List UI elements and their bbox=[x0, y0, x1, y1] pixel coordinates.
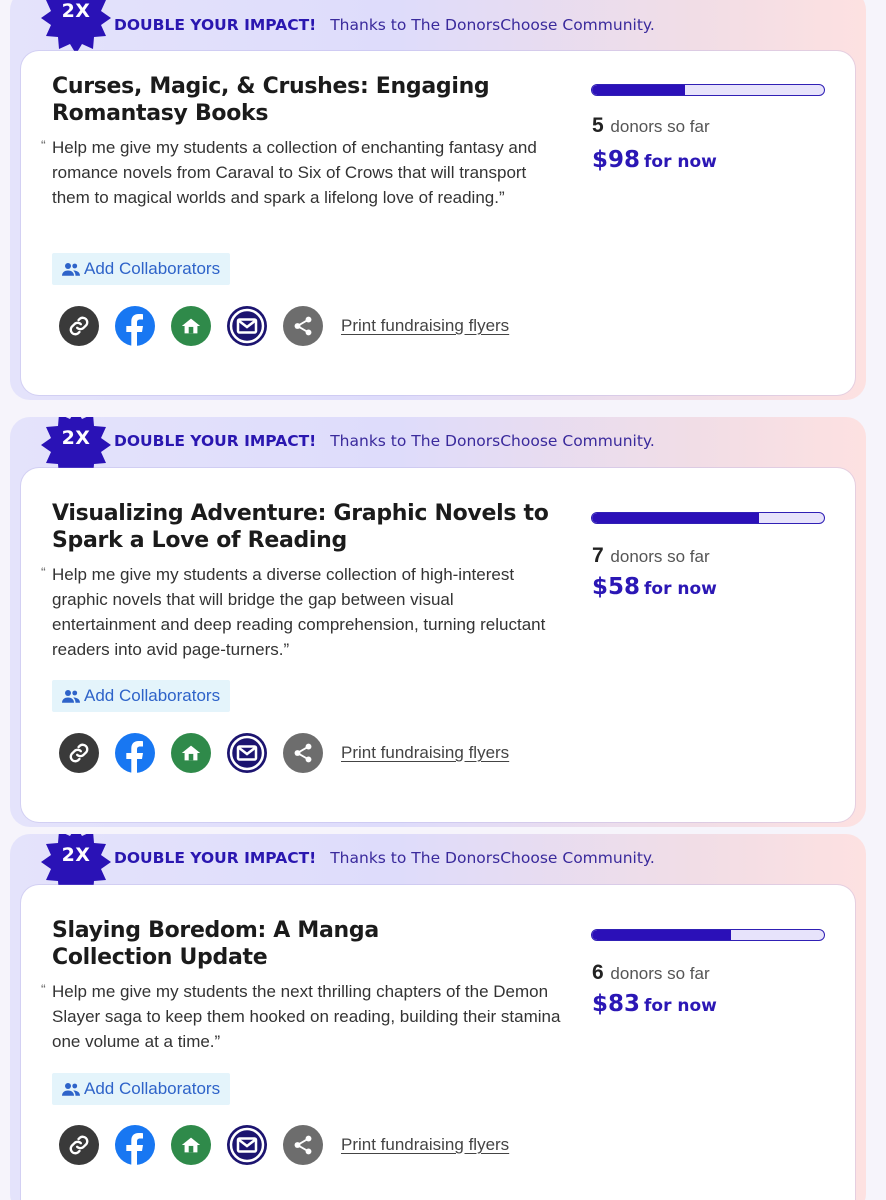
project-title[interactable]: Curses, Magic, & Crushes: Engaging Roman… bbox=[52, 73, 552, 127]
funding-progress-bar bbox=[591, 84, 825, 96]
project-card: Slaying Boredom: A Manga Collection Upda… bbox=[21, 885, 855, 1200]
project-card: Curses, Magic, & Crushes: Engaging Roman… bbox=[21, 51, 855, 395]
impact-banner: DOUBLE YOUR IMPACT! Thanks to The DonorsC… bbox=[114, 15, 655, 34]
donors-label: donors so far bbox=[610, 547, 710, 566]
amount-suffix: for now bbox=[644, 152, 717, 172]
funding-progress-bar bbox=[591, 929, 825, 941]
donor-number: 5 bbox=[592, 114, 604, 137]
amount-suffix: for now bbox=[644, 579, 717, 599]
link-icon[interactable] bbox=[59, 733, 99, 773]
add-collaborators-label: Add Collaborators bbox=[84, 686, 221, 705]
facebook-icon[interactable] bbox=[115, 306, 155, 346]
add-collaborators-button[interactable]: Add Collaborators bbox=[52, 253, 231, 285]
impact-thanks: Thanks to The DonorsChoose Community. bbox=[330, 16, 655, 34]
home-icon[interactable] bbox=[171, 306, 211, 346]
project-card-wrapper: 2X DOUBLE YOUR IMPACT! Thanks to The Dono… bbox=[10, 0, 866, 400]
print-flyers-link[interactable]: Print fundraising flyers bbox=[341, 743, 509, 763]
project-title[interactable]: Slaying Boredom: A Manga Collection Upda… bbox=[52, 917, 382, 971]
add-collaborators-button[interactable]: Add Collaborators bbox=[52, 1073, 231, 1105]
impact-thanks: Thanks to The DonorsChoose Community. bbox=[330, 849, 655, 867]
badge-text: 2X bbox=[61, 844, 91, 866]
funding-progress-bar bbox=[591, 512, 825, 524]
share-icon[interactable] bbox=[283, 1125, 323, 1165]
print-flyers-link[interactable]: Print fundraising flyers bbox=[341, 1135, 509, 1155]
home-icon[interactable] bbox=[171, 1125, 211, 1165]
quote-mark-icon: “ bbox=[41, 137, 46, 153]
quote-text: Help me give my students the next thrill… bbox=[52, 982, 561, 1051]
add-collaborators-label: Add Collaborators bbox=[84, 1079, 221, 1098]
amount-needed: $58 for now bbox=[592, 574, 717, 600]
donor-count: 5 donors so far bbox=[592, 114, 710, 138]
project-quote: “ Help me give my students a diverse col… bbox=[41, 562, 561, 662]
email-icon[interactable] bbox=[227, 1125, 267, 1165]
link-icon[interactable] bbox=[59, 306, 99, 346]
progress-fill bbox=[592, 513, 760, 523]
donor-number: 7 bbox=[592, 544, 604, 567]
share-icon[interactable] bbox=[283, 733, 323, 773]
donor-count: 7 donors so far bbox=[592, 544, 710, 568]
progress-fill bbox=[592, 930, 732, 940]
amount-value: $83 bbox=[592, 991, 641, 1017]
donors-label: donors so far bbox=[610, 117, 710, 136]
amount-value: $58 bbox=[592, 574, 641, 600]
email-icon[interactable] bbox=[227, 733, 267, 773]
link-icon[interactable] bbox=[59, 1125, 99, 1165]
progress-fill bbox=[592, 85, 685, 95]
project-card-wrapper: 2X DOUBLE YOUR IMPACT! Thanks to The Dono… bbox=[10, 417, 866, 827]
share-row: Print fundraising flyers bbox=[59, 1125, 509, 1165]
facebook-icon[interactable] bbox=[115, 733, 155, 773]
badge-text: 2X bbox=[61, 0, 91, 22]
home-icon[interactable] bbox=[171, 733, 211, 773]
people-icon bbox=[62, 263, 80, 276]
badge-text: 2X bbox=[61, 427, 91, 449]
impact-thanks: Thanks to The DonorsChoose Community. bbox=[330, 432, 655, 450]
share-row: Print fundraising flyers bbox=[59, 733, 509, 773]
donor-count: 6 donors so far bbox=[592, 961, 710, 985]
project-title[interactable]: Visualizing Adventure: Graphic Novels to… bbox=[52, 500, 552, 554]
share-row: Print fundraising flyers bbox=[59, 306, 509, 346]
donor-number: 6 bbox=[592, 961, 604, 984]
quote-mark-icon: “ bbox=[41, 981, 46, 997]
add-collaborators-label: Add Collaborators bbox=[84, 259, 221, 278]
facebook-icon[interactable] bbox=[115, 1125, 155, 1165]
email-icon[interactable] bbox=[227, 306, 267, 346]
project-card: Visualizing Adventure: Graphic Novels to… bbox=[21, 468, 855, 822]
quote-text: Help me give my students a diverse colle… bbox=[52, 565, 546, 659]
impact-banner: DOUBLE YOUR IMPACT! Thanks to The DonorsC… bbox=[114, 431, 655, 450]
share-icon[interactable] bbox=[283, 306, 323, 346]
print-flyers-link[interactable]: Print fundraising flyers bbox=[341, 316, 509, 336]
quote-mark-icon: “ bbox=[41, 564, 46, 580]
people-icon bbox=[62, 690, 80, 703]
project-card-wrapper: 2X DOUBLE YOUR IMPACT! Thanks to The Dono… bbox=[10, 834, 866, 1200]
people-icon bbox=[62, 1083, 80, 1096]
amount-value: $98 bbox=[592, 147, 641, 173]
project-quote: “ Help me give my students the next thri… bbox=[41, 979, 561, 1054]
project-quote: “ Help me give my students a collection … bbox=[41, 135, 561, 210]
impact-banner: DOUBLE YOUR IMPACT! Thanks to The DonorsC… bbox=[114, 848, 655, 867]
impact-label: DOUBLE YOUR IMPACT! bbox=[114, 16, 317, 34]
amount-needed: $98 for now bbox=[592, 147, 717, 173]
add-collaborators-button[interactable]: Add Collaborators bbox=[52, 680, 231, 712]
amount-needed: $83 for now bbox=[592, 991, 717, 1017]
donors-label: donors so far bbox=[610, 964, 710, 983]
impact-label: DOUBLE YOUR IMPACT! bbox=[114, 849, 317, 867]
impact-label: DOUBLE YOUR IMPACT! bbox=[114, 432, 317, 450]
quote-text: Help me give my students a collection of… bbox=[52, 138, 537, 207]
amount-suffix: for now bbox=[644, 996, 717, 1016]
